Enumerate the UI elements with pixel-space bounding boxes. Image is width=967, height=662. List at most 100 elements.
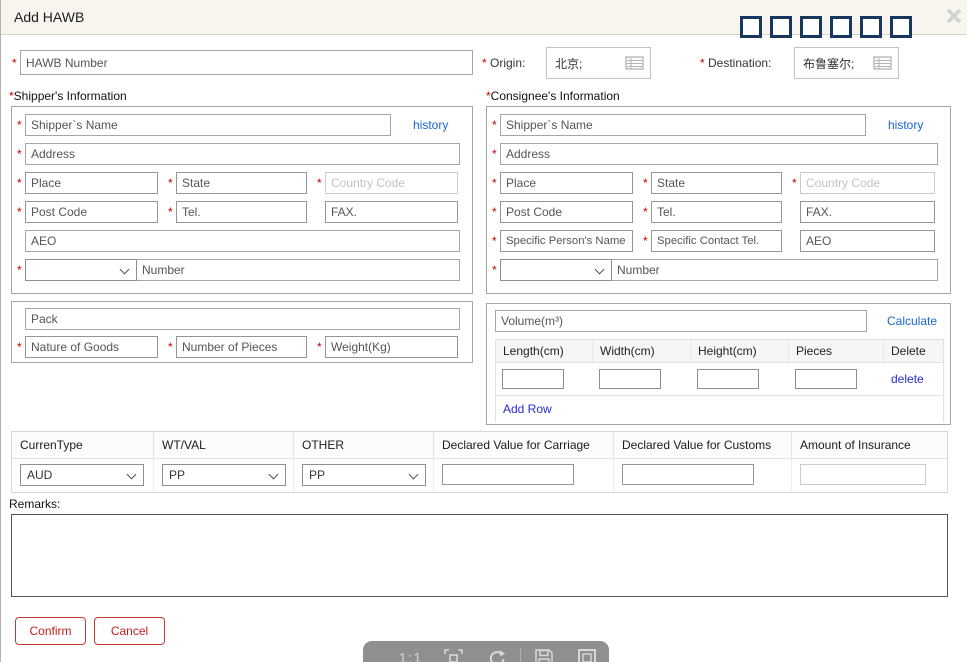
dimensions-row: delete [496, 363, 943, 396]
chevron-down-icon [409, 470, 419, 480]
destination-input[interactable] [801, 53, 863, 73]
add-hawb-dialog: Add HAWB * *Origin: *Destination: *Shipp… [0, 0, 967, 662]
required-marker: * [168, 205, 176, 219]
origin-label: *Origin: [482, 56, 525, 70]
required-marker: * [643, 176, 651, 190]
other-select[interactable]: PP [302, 464, 426, 486]
shipper-address-input[interactable] [25, 143, 460, 165]
required-marker: * [17, 147, 25, 161]
table-picker-icon[interactable] [625, 56, 644, 70]
charges-table-header: CurrenType WT/VAL OTHER Declared Value f… [12, 432, 947, 459]
consignee-address-input[interactable] [500, 143, 938, 165]
declared-value-carriage-input[interactable] [442, 464, 574, 485]
required-marker: * [792, 176, 800, 190]
col-header-wtval: WT/VAL [154, 432, 294, 459]
currentype-select[interactable]: AUD [20, 464, 144, 486]
consignee-place-input[interactable] [500, 172, 633, 194]
calculate-link[interactable]: Calculate [887, 314, 937, 328]
consignee-history-link[interactable]: history [888, 118, 923, 132]
shipper-place-input[interactable] [25, 172, 158, 194]
consignee-country-code-input[interactable] [800, 172, 935, 194]
shipper-country-code-input[interactable] [325, 172, 458, 194]
col-header-pieces: Pieces [789, 340, 884, 362]
shipper-number-input[interactable] [136, 259, 460, 281]
consignee-specific-person-input[interactable] [500, 230, 633, 252]
charges-table-row: AUD PP PP [12, 459, 947, 492]
width-input[interactable] [599, 369, 661, 389]
shipper-tel-input[interactable] [176, 201, 307, 223]
amount-of-insurance-input[interactable] [800, 464, 926, 485]
col-header-length: Length(cm) [496, 340, 593, 362]
add-row-link[interactable]: Add Row [503, 402, 552, 416]
confirm-button[interactable]: Confirm [15, 617, 86, 645]
missing-glyph-box [830, 16, 852, 38]
consignee-specific-tel-input[interactable] [651, 230, 782, 252]
height-input[interactable] [697, 369, 759, 389]
dimensions-table: Length(cm) Width(cm) Height(cm) Pieces D… [495, 339, 944, 422]
consignee-fax-input[interactable] [800, 201, 935, 223]
col-header-width: Width(cm) [593, 340, 691, 362]
shipper-state-input[interactable] [176, 172, 307, 194]
required-marker: * [492, 176, 500, 190]
declared-value-customs-input[interactable] [622, 464, 754, 485]
chevron-down-icon [120, 265, 130, 275]
table-picker-icon[interactable] [873, 56, 892, 70]
consignee-tel-input[interactable] [651, 201, 782, 223]
required-marker: * [643, 234, 651, 248]
consignee-number-input[interactable] [611, 259, 938, 281]
required-marker: * [492, 234, 500, 248]
col-header-currentype: CurrenType [12, 432, 154, 459]
consignee-id-type-select[interactable] [500, 259, 612, 281]
fit-screen-icon[interactable] [432, 648, 475, 662]
viewer-toolbar: 1:1 [363, 641, 609, 662]
hawb-number-input[interactable] [20, 50, 473, 75]
close-icon[interactable] [944, 6, 964, 26]
shipper-post-code-input[interactable] [25, 201, 158, 223]
delete-row-link[interactable]: delete [891, 372, 924, 386]
required-marker: * [17, 118, 25, 132]
cancel-button[interactable]: Cancel [94, 617, 165, 645]
chevron-down-icon [269, 470, 279, 480]
volume-box: Calculate Length(cm) Width(cm) Height(cm… [486, 303, 951, 425]
destination-field [794, 47, 899, 79]
wtval-select[interactable]: PP [162, 464, 286, 486]
shipper-fax-input[interactable] [325, 201, 458, 223]
consignee-name-input[interactable] [500, 114, 866, 136]
nature-of-goods-input[interactable] [25, 336, 158, 358]
length-input[interactable] [502, 369, 564, 389]
missing-glyph-box [740, 16, 762, 38]
missing-glyph-box [890, 16, 912, 38]
required-marker: * [492, 147, 500, 161]
consignee-aeo-input[interactable] [800, 230, 935, 252]
shipper-id-type-select[interactable] [25, 259, 137, 281]
col-header-declared-customs: Declared Value for Customs [614, 432, 792, 459]
volume-input[interactable] [495, 310, 867, 332]
shipper-name-input[interactable] [25, 114, 391, 136]
shipper-aeo-input[interactable] [25, 230, 460, 252]
origin-input[interactable] [553, 53, 615, 73]
consignee-post-code-input[interactable] [500, 201, 633, 223]
shipper-section-title: *Shipper's Information [9, 89, 127, 103]
dialog-title: Add HAWB [14, 9, 84, 25]
frame-icon[interactable] [566, 648, 609, 662]
destination-label: *Destination: [700, 56, 771, 70]
required-marker: * [492, 118, 500, 132]
shipper-history-link[interactable]: history [413, 118, 448, 132]
pack-input[interactable] [25, 308, 460, 330]
required-marker: * [643, 205, 651, 219]
consignee-state-input[interactable] [651, 172, 782, 194]
weight-input[interactable] [325, 336, 458, 358]
required-marker: * [17, 205, 25, 219]
save-icon[interactable] [523, 648, 566, 662]
required-marker: * [17, 340, 25, 354]
required-marker: * [17, 263, 25, 277]
zoom-ratio-label[interactable]: 1:1 [399, 650, 423, 662]
consignee-box: * history * * * * * * * * [486, 106, 951, 294]
toolbar-divider [520, 648, 521, 662]
rotate-icon[interactable] [475, 648, 518, 662]
missing-glyph-box [800, 16, 822, 38]
number-of-pieces-input[interactable] [176, 336, 307, 358]
pieces-input[interactable] [795, 369, 857, 389]
remarks-textarea[interactable] [11, 514, 948, 597]
col-header-delete: Delete [884, 340, 943, 362]
